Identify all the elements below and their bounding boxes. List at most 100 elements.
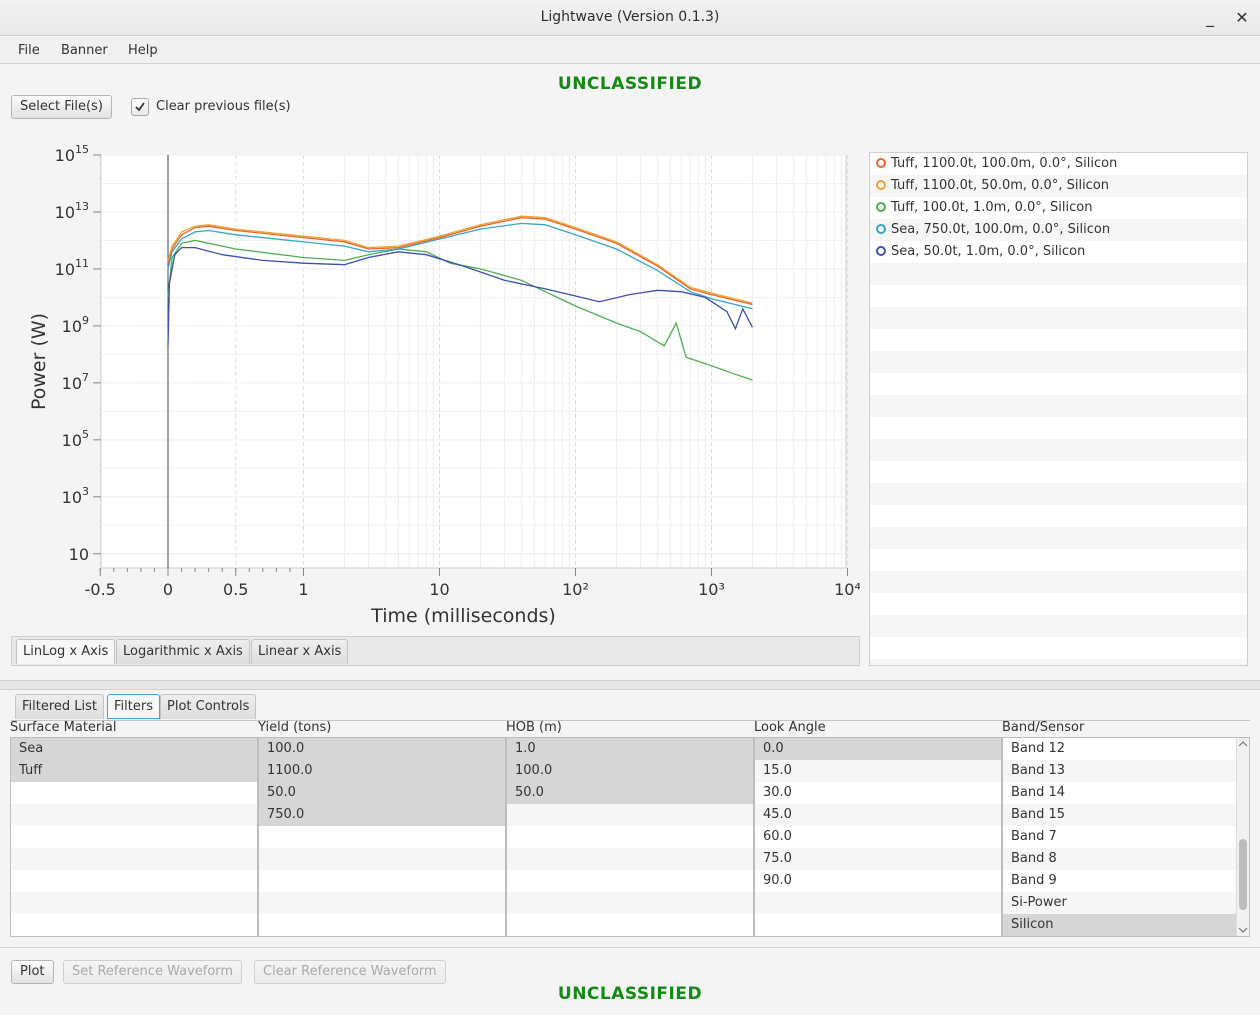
select-files-button[interactable]: Select File(s)	[11, 95, 112, 119]
empty-row	[870, 285, 1247, 307]
empty-row	[507, 870, 753, 892]
legend-item[interactable]: Sea, 50.0t, 1.0m, 0.0°, Silicon	[870, 241, 1247, 263]
legend-item[interactable]: Tuff, 100.0t, 1.0m, 0.0°, Silicon	[870, 197, 1247, 219]
menu-banner[interactable]: Banner	[61, 43, 108, 58]
legend-label: Tuff, 1100.0t, 100.0m, 0.0°, Silicon	[891, 156, 1118, 171]
list-item[interactable]: Band 8	[1003, 848, 1249, 870]
tab-logarithmic-x-axis[interactable]: Logarithmic x Axis	[116, 639, 250, 664]
list-item[interactable]: 100.0	[259, 738, 505, 760]
menu-bar: File Banner Help	[0, 37, 1260, 64]
list-item[interactable]: 50.0	[259, 782, 505, 804]
legend-label: Tuff, 100.0t, 1.0m, 0.0°, Silicon	[891, 200, 1093, 215]
list-item[interactable]: Tuff	[11, 760, 257, 782]
tab-linear-x-axis[interactable]: Linear x Axis	[251, 639, 349, 664]
x-tick-label: 10²	[562, 580, 589, 599]
clear-previous-checkbox[interactable]	[131, 98, 149, 116]
set-reference-waveform-button[interactable]: Set Reference Waveform	[63, 960, 243, 984]
empty-row	[870, 329, 1247, 351]
filter-list[interactable]: Sea Tuff	[10, 737, 258, 937]
tab-linlog-x-axis[interactable]: LinLog x Axis	[16, 639, 116, 664]
x-tick-label: 0.5	[223, 580, 248, 599]
x-tick-label: -0.5	[85, 580, 116, 599]
legend-label: Tuff, 1100.0t, 50.0m, 0.0°, Silicon	[891, 178, 1110, 193]
filter-list[interactable]: 1.0 100.0 50.0	[506, 737, 754, 937]
empty-row	[11, 892, 257, 914]
tab-filters[interactable]: Filters	[107, 694, 160, 719]
list-item[interactable]: Sea	[11, 738, 257, 760]
menu-help[interactable]: Help	[128, 43, 158, 58]
clear-reference-waveform-button[interactable]: Clear Reference Waveform	[254, 960, 446, 984]
legend-item[interactable]: Tuff, 1100.0t, 100.0m, 0.0°, Silicon	[870, 153, 1247, 175]
list-item[interactable]: Band 15	[1003, 804, 1249, 826]
list-item[interactable]: Band 9	[1003, 870, 1249, 892]
list-item[interactable]: 15.0	[755, 760, 1001, 782]
empty-row	[870, 505, 1247, 527]
empty-row	[755, 914, 1001, 936]
tab-filtered-list[interactable]: Filtered List	[15, 694, 105, 719]
list-item[interactable]: 90.0	[755, 870, 1001, 892]
empty-row	[11, 848, 257, 870]
minimize-button[interactable]: _	[1198, 6, 1222, 30]
empty-row	[507, 826, 753, 848]
power-chart: -0.5 0 0.5 1 10 10² 10³ 10⁴ 1015 1013 1011 109 107 10…	[0, 135, 861, 635]
split-pane-divider[interactable]	[0, 680, 1260, 690]
empty-row	[870, 439, 1247, 461]
list-item[interactable]: 100.0	[507, 760, 753, 782]
legend-item[interactable]: Tuff, 1100.0t, 50.0m, 0.0°, Silicon	[870, 175, 1247, 197]
scroll-down-icon[interactable]	[1238, 926, 1248, 934]
plot-button[interactable]: Plot	[11, 960, 54, 984]
axis-mode-tabbar: LinLog x Axis Logarithmic x Axis Linear …	[11, 636, 860, 666]
list-item[interactable]: Band 7	[1003, 826, 1249, 848]
empty-row	[259, 914, 505, 936]
scrollbar-thumb[interactable]	[1239, 838, 1247, 910]
classification-banner-top: UNCLASSIFIED	[557, 74, 703, 94]
list-item[interactable]: 1100.0	[259, 760, 505, 782]
y-axis-label: Power (W)	[28, 313, 50, 410]
close-button[interactable]: ✕	[1230, 6, 1254, 30]
legend-item[interactable]: Sea, 750.0t, 100.0m, 0.0°, Silicon	[870, 219, 1247, 241]
scroll-up-icon[interactable]	[1238, 740, 1248, 748]
empty-row	[11, 826, 257, 848]
list-item[interactable]: Silicon	[1003, 914, 1249, 936]
series-legend-list[interactable]: Tuff, 1100.0t, 100.0m, 0.0°, Silicon Tuf…	[869, 152, 1248, 666]
filter-header: Surface Material	[10, 720, 117, 735]
empty-row	[259, 870, 505, 892]
list-item[interactable]: 30.0	[755, 782, 1001, 804]
band-sensor-scrollbar[interactable]	[1236, 738, 1249, 936]
filter-look-angle: Look Angle 0.0 15.0 30.0 45.0 60.0 75.0 …	[754, 720, 1002, 937]
filter-list[interactable]: 0.0 15.0 30.0 45.0 60.0 75.0 90.0	[754, 737, 1002, 937]
tab-plot-controls[interactable]: Plot Controls	[160, 694, 257, 719]
list-item[interactable]: 750.0	[259, 804, 505, 826]
empty-row	[259, 848, 505, 870]
list-item[interactable]: 0.0	[755, 738, 1001, 760]
legend-label: Sea, 750.0t, 100.0m, 0.0°, Silicon	[891, 222, 1111, 237]
y-tick-label: 1013	[55, 200, 89, 222]
empty-row	[507, 892, 753, 914]
filter-header: Yield (tons)	[258, 720, 332, 735]
list-item[interactable]: Band 12	[1003, 738, 1249, 760]
empty-row	[870, 659, 1247, 665]
list-item[interactable]: Band 13	[1003, 760, 1249, 782]
empty-row	[870, 527, 1247, 549]
plot-area	[100, 154, 847, 569]
list-item[interactable]: Si-Power	[1003, 892, 1249, 914]
list-item[interactable]: 45.0	[755, 804, 1001, 826]
empty-row	[11, 870, 257, 892]
y-tick-label: 10	[69, 545, 89, 564]
empty-row	[870, 307, 1247, 329]
list-item[interactable]: 1.0	[507, 738, 753, 760]
empty-row	[870, 351, 1247, 373]
filter-list[interactable]: Band 12 Band 13 Band 14 Band 15 Band 7 B…	[1002, 737, 1250, 937]
menu-file[interactable]: File	[18, 43, 40, 58]
list-item[interactable]: 50.0	[507, 782, 753, 804]
y-tick-label: 103	[62, 485, 89, 507]
filter-yield: Yield (tons) 100.0 1100.0 50.0 750.0	[258, 720, 506, 937]
empty-row	[870, 571, 1247, 593]
empty-row	[507, 848, 753, 870]
y-tick-label: 1015	[55, 143, 89, 165]
list-item[interactable]: 60.0	[755, 826, 1001, 848]
filter-list[interactable]: 100.0 1100.0 50.0 750.0	[258, 737, 506, 937]
empty-row	[870, 263, 1247, 285]
list-item[interactable]: Band 14	[1003, 782, 1249, 804]
list-item[interactable]: 75.0	[755, 848, 1001, 870]
